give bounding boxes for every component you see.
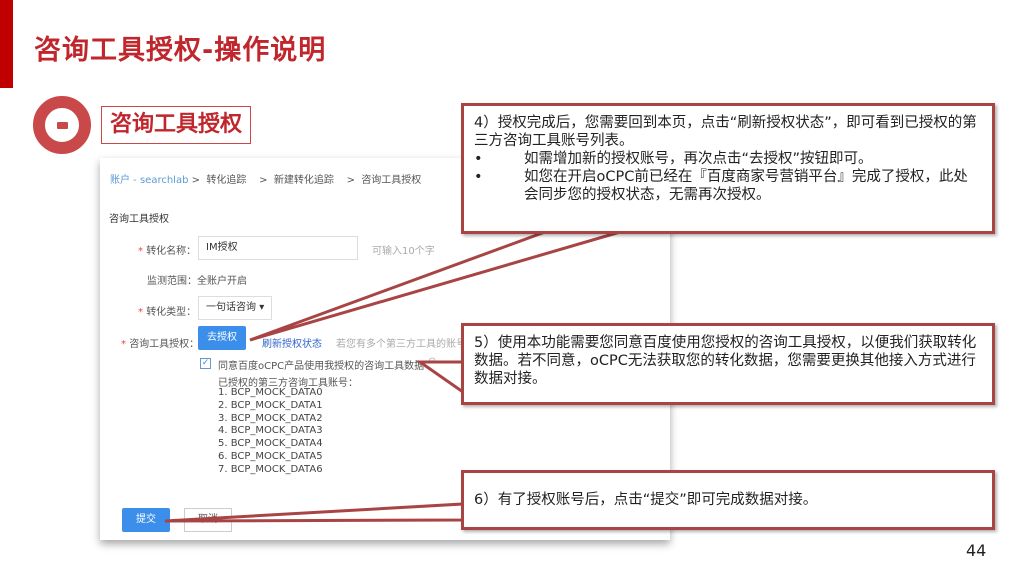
callout-step6: 6）有了授权账号后，点击“提交”即可完成数据对接。 <box>461 470 995 530</box>
callout-text: 4）授权完成后，您需要回到本页，点击“刷新授权状态”，即可看到已授权的第三方咨询… <box>474 115 977 149</box>
callout-step5: 5）使用本功能需要您同意百度使用您授权的咨询工具授权，以便我们获取转化数据。若不… <box>461 323 995 405</box>
callout-text: 6）有了授权账号后，点击“提交”即可完成数据对接。 <box>474 492 818 508</box>
callout-step4: 4）授权完成后，您需要回到本页，点击“刷新授权状态”，即可看到已授权的第三方咨询… <box>461 103 995 234</box>
callout-bullet: • 如您在开启oCPC前已经在『百度商家号营销平台』完成了授权，此处会同步您的授权… <box>474 168 982 204</box>
bullet-text: 如您在开启oCPC前已经在『百度商家号营销平台』完成了授权，此处会同步您的授权状… <box>524 169 968 203</box>
pointer-step6 <box>164 502 465 523</box>
pointer-step5 <box>415 360 465 395</box>
callout-bullet: • 如需增加新的授权账号，再次点击“去授权”按钮即可。 <box>474 151 873 167</box>
bullet-text: 如需增加新的授权账号，再次点击“去授权”按钮即可。 <box>524 151 873 167</box>
page-number: 44 <box>966 541 987 560</box>
callout-text: 5）使用本功能需要您同意百度使用您授权的咨询工具授权，以便我们获取转化数据。若不… <box>474 335 977 387</box>
